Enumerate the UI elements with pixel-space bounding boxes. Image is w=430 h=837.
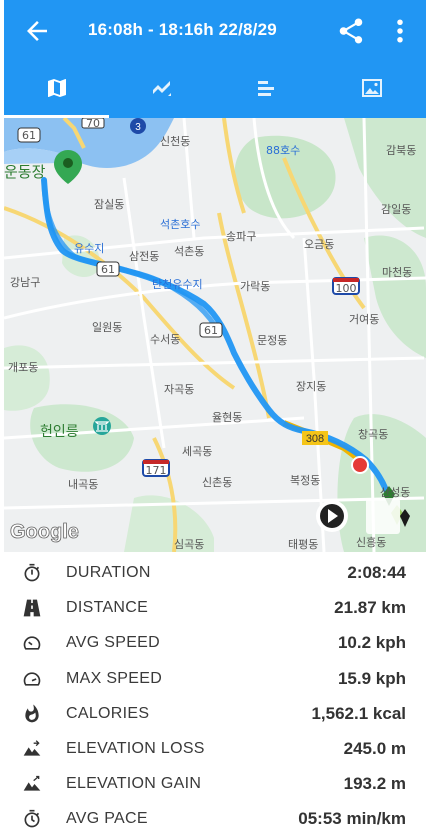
shield-61b: 61 xyxy=(101,263,115,276)
speedometer-max-icon xyxy=(22,669,42,689)
share-icon[interactable] xyxy=(336,16,366,46)
pace-icon xyxy=(22,809,42,829)
stat-label: AVG SPEED xyxy=(66,634,160,652)
label-samjeon: 삼전동 xyxy=(129,250,159,263)
page-title: 16:08h - 18:16h 22/8/29 xyxy=(88,20,277,39)
stat-row-avg-speed: AVG SPEED 10.2 kph xyxy=(4,625,426,660)
stat-value: 1,562.1 kcal xyxy=(311,703,406,723)
stats-list: DURATION 2:08:44 DISTANCE 21.87 km AVG S… xyxy=(4,555,426,837)
stat-label: ELEVATION LOSS xyxy=(66,739,205,757)
label-jagok: 자곡동 xyxy=(164,383,194,396)
shield-61c: 61 xyxy=(204,324,218,337)
stat-label: DISTANCE xyxy=(66,599,149,617)
label-geoyeo: 거여동 xyxy=(349,313,379,326)
stat-row-max-speed: MAX SPEED 15.9 kph xyxy=(4,661,426,696)
stat-value: 10.2 kph xyxy=(337,633,406,653)
map-legend-button[interactable] xyxy=(366,498,400,534)
stat-value: 05:53 min/km xyxy=(298,809,406,829)
label-seokchon-lake: 석촌호수 xyxy=(160,218,200,231)
elevation-loss-icon xyxy=(22,739,42,759)
road-icon xyxy=(22,598,42,618)
stat-value: 21.87 km xyxy=(334,598,406,618)
label-ilwon: 일원동 xyxy=(92,320,122,334)
label-sanseong: 산성동 xyxy=(380,486,410,499)
app-bar: 16:08h - 18:16h 22/8/29 xyxy=(4,0,426,118)
label-undong: 운동장 xyxy=(4,163,46,181)
label-munjeong: 문정동 xyxy=(257,334,287,347)
label-yulhyeon: 율현동 xyxy=(212,411,242,424)
stat-label: ELEVATION GAIN xyxy=(66,775,202,793)
heritage-icon xyxy=(93,417,111,435)
label-sinchon: 신촌동 xyxy=(202,476,232,489)
stat-row-duration: DURATION 2:08:44 xyxy=(4,555,426,590)
stat-value: 15.9 kph xyxy=(337,668,406,688)
label-88-lake: 88호수 xyxy=(266,144,300,157)
stat-value: 193.2 m xyxy=(343,774,406,794)
label-tanjeon-yusuji: 탄천유수지 xyxy=(152,277,203,291)
tab-photos[interactable] xyxy=(319,62,424,118)
stat-row-elevation-gain: ELEVATION GAIN 193.2 m xyxy=(4,766,426,801)
label-seokchon: 석촌동 xyxy=(174,245,204,258)
label-ogeum: 오금동 xyxy=(304,238,334,251)
route-map[interactable]: 61 70 3 61 61 100 308 171 신천동 88호수 감북동 운… xyxy=(4,118,426,552)
label-jangji: 장지동 xyxy=(296,380,326,393)
tab-bars[interactable] xyxy=(214,62,319,118)
flame-icon xyxy=(22,704,42,724)
tab-chart[interactable] xyxy=(109,62,214,118)
shield-171: 171 xyxy=(146,464,167,477)
label-heoninneung: 헌인릉 xyxy=(40,424,79,440)
stat-row-distance: DISTANCE 21.87 km xyxy=(4,590,426,625)
play-button[interactable] xyxy=(316,500,348,532)
chart-icon xyxy=(150,76,174,105)
speedometer-icon xyxy=(22,633,42,653)
more-vert-icon[interactable] xyxy=(390,16,410,46)
label-gaepo: 개포동 xyxy=(8,361,38,374)
label-taepyeong: 태평동 xyxy=(288,538,318,551)
stat-value: 2:08:44 xyxy=(347,563,406,582)
label-naegok: 내곡동 xyxy=(68,478,98,491)
shield-70: 70 xyxy=(86,118,100,130)
label-gamun: 감북동 xyxy=(386,144,416,157)
google-logo: Google xyxy=(10,521,79,543)
stat-label: CALORIES xyxy=(66,704,150,722)
label-garak: 가락동 xyxy=(240,280,270,293)
label-sinheung: 신흥동 xyxy=(356,535,386,549)
label-segok: 세곡동 xyxy=(182,445,212,458)
bars-icon xyxy=(255,76,279,105)
stat-label: AVG PACE xyxy=(66,810,148,828)
label-jamsil: 잠실동 xyxy=(94,198,124,211)
elevation-gain-icon xyxy=(22,774,42,794)
arrow-back-icon[interactable] xyxy=(22,16,52,46)
shield-3: 3 xyxy=(135,122,141,133)
label-yusuji: 유수지 xyxy=(74,242,104,255)
shield-61a: 61 xyxy=(22,129,36,142)
stat-value: 245.0 m xyxy=(343,738,406,758)
label-suseo: 수서동 xyxy=(150,333,180,346)
map-canvas: 61 70 3 61 61 100 308 171 신천동 88호수 감북동 운… xyxy=(4,118,426,552)
stat-label: MAX SPEED xyxy=(66,669,163,687)
tab-bar xyxy=(4,62,426,118)
label-changgok: 창곡동 xyxy=(358,428,388,441)
toolbar: 16:08h - 18:16h 22/8/29 xyxy=(4,0,426,62)
label-bokjeong: 복정동 xyxy=(290,474,320,487)
stopwatch-icon xyxy=(22,563,42,583)
label-simgok: 심곡동 xyxy=(174,538,204,551)
label-macheon: 마천동 xyxy=(382,265,412,279)
label-gamil: 감일동 xyxy=(381,202,411,216)
stat-row-avg-pace: AVG PACE 05:53 min/km xyxy=(4,801,426,836)
label-sincheon: 신천동 xyxy=(160,134,190,148)
tab-map[interactable] xyxy=(4,62,109,118)
stat-row-elevation-loss: ELEVATION LOSS 245.0 m xyxy=(4,731,426,766)
shield-100: 100 xyxy=(336,282,357,295)
end-marker-icon[interactable] xyxy=(351,456,369,474)
map-icon xyxy=(45,76,69,105)
screen: 16:08h - 18:16h 22/8/29 61 70 3 61 61 10… xyxy=(0,0,430,835)
stat-row-calories: CALORIES 1,562.1 kcal xyxy=(4,696,426,731)
photo-icon xyxy=(360,76,384,105)
label-gangnam: 강남구 xyxy=(10,276,40,289)
label-songpa: 송파구 xyxy=(226,230,256,243)
shield-308: 308 xyxy=(306,433,324,445)
stat-label: DURATION xyxy=(66,564,151,581)
